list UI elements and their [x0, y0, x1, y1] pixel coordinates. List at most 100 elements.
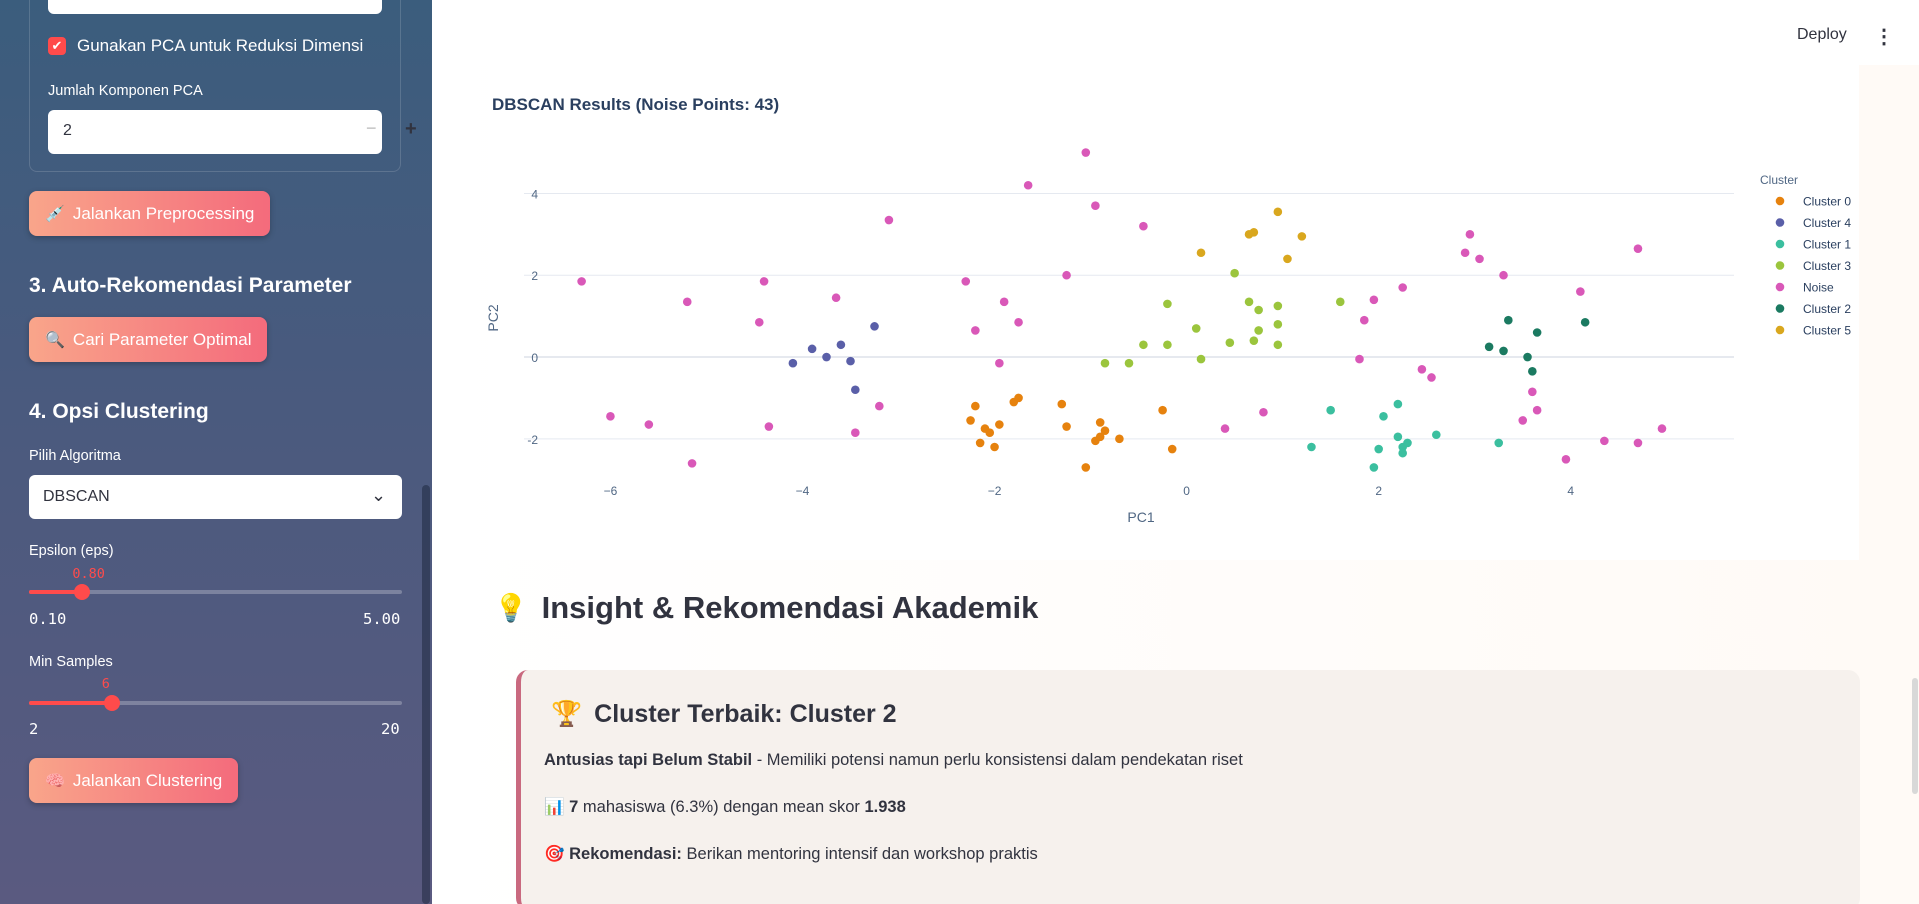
data-point — [1307, 442, 1316, 452]
data-point — [1196, 248, 1206, 258]
data-point — [961, 277, 971, 286]
min-samples-value: 6 — [101, 676, 110, 692]
data-point — [1273, 207, 1283, 217]
insight-heading: 💡 Insight & Rekomendasi Akademik — [494, 590, 1038, 626]
pca-components-input[interactable]: 2 − + — [48, 110, 417, 154]
min-samples-slider-fill — [29, 701, 112, 705]
legend-label: Cluster 0 — [1803, 195, 1851, 209]
data-point — [1398, 283, 1407, 292]
data-point — [682, 297, 692, 307]
data-point — [754, 317, 764, 327]
find-optimal-button-label: Cari Parameter Optimal — [72, 329, 252, 349]
data-point — [1163, 340, 1172, 350]
recommendation-label: Rekomendasi: — [569, 845, 682, 863]
cluster-profile: Antusias tapi Belum Stabil - Memiliki po… — [544, 751, 1243, 770]
data-point — [1139, 221, 1148, 231]
legend-marker — [1775, 239, 1785, 249]
eps-label: Epsilon (eps) — [29, 543, 114, 559]
eps-value: 0.80 — [72, 566, 105, 582]
preprocess-button[interactable]: 💉 Jalankan Preprocessing — [29, 191, 271, 236]
legend-label: Cluster 2 — [1803, 302, 1851, 316]
data-point — [1369, 463, 1379, 472]
data-point — [1417, 365, 1427, 374]
legend-label: Cluster 1 — [1803, 238, 1851, 252]
y-tick-label: -2 — [527, 433, 538, 447]
data-point — [1398, 448, 1407, 458]
min-samples-slider-thumb[interactable] — [103, 695, 120, 711]
data-point — [1532, 405, 1542, 415]
data-point — [1100, 358, 1110, 368]
eps-max: 5.00 — [363, 610, 401, 628]
data-point — [1259, 407, 1268, 417]
data-point — [995, 358, 1004, 368]
data-point — [1124, 358, 1134, 368]
algorithm-select[interactable]: DBSCAN ⌄ — [29, 475, 402, 519]
legend-label: Cluster 4 — [1803, 216, 1851, 230]
data-point — [1273, 340, 1283, 350]
data-point — [1254, 305, 1263, 315]
eps-slider-thumb[interactable] — [74, 584, 91, 600]
data-point — [1014, 393, 1023, 403]
legend-title: Cluster — [1760, 173, 1798, 187]
target-icon: 🎯 — [544, 845, 565, 863]
scatter-chart: -2 0 2 4 −6 −4 −2 0 2 4 PC1 PC2 Cluster Cluster 0 Clus… — [485, 148, 1851, 525]
data-point — [1081, 463, 1091, 472]
legend-label: Cluster 5 — [1803, 324, 1851, 338]
data-point — [1249, 336, 1259, 345]
data-point — [1393, 399, 1403, 409]
x-tick-label: 4 — [1567, 484, 1574, 498]
data-point — [1532, 328, 1542, 337]
data-point — [1504, 315, 1513, 325]
data-point — [851, 428, 860, 437]
data-point — [1081, 148, 1091, 157]
decrement-icon[interactable]: − — [366, 118, 377, 139]
data-point — [1580, 317, 1590, 327]
bulb-icon: 💡 — [494, 593, 528, 623]
data-point — [1369, 295, 1379, 305]
data-point — [1460, 248, 1470, 258]
data-point — [1091, 201, 1100, 211]
pca-components-label: Jumlah Komponen PCA — [48, 83, 203, 99]
trophy-icon: 🏆 — [551, 700, 583, 728]
data-point — [1475, 254, 1484, 264]
main-scrollbar[interactable] — [1912, 678, 1918, 794]
sidebar-scrollbar[interactable] — [422, 485, 430, 904]
data-point — [1600, 436, 1609, 446]
stats-text: mahasiswa (6.3%) dengan mean skor — [578, 798, 865, 816]
data-point — [1057, 399, 1067, 409]
data-point — [1393, 432, 1403, 442]
legend-marker — [1775, 325, 1785, 335]
data-point — [606, 412, 615, 421]
min-samples-slider[interactable] — [29, 695, 402, 711]
data-point — [975, 438, 985, 448]
algorithm-value: DBSCAN — [43, 488, 110, 505]
x-tick-label: −6 — [604, 484, 618, 498]
recommendation-text: Berikan mentoring intensif dan workshop … — [681, 845, 1038, 863]
sidebar: ✔ Gunakan PCA untuk Reduksi Dimensi Juml… — [0, 0, 432, 904]
data-point — [1163, 299, 1172, 309]
data-point — [1023, 180, 1033, 190]
eps-slider[interactable] — [29, 584, 402, 600]
data-point — [759, 277, 769, 286]
increment-icon[interactable]: + — [405, 118, 417, 141]
data-point — [966, 416, 975, 425]
data-point — [1062, 422, 1071, 431]
data-point — [1518, 416, 1528, 425]
data-point — [1633, 244, 1643, 253]
data-point — [1100, 426, 1110, 435]
data-point — [1528, 387, 1537, 397]
data-point — [846, 356, 855, 366]
previous-input-field[interactable] — [48, 0, 382, 14]
data-point — [1499, 270, 1508, 280]
data-point — [971, 326, 980, 335]
data-point — [1273, 320, 1283, 329]
pca-checkbox[interactable]: ✔ — [48, 37, 66, 55]
data-point — [1432, 430, 1441, 440]
data-point — [1062, 270, 1071, 280]
run-clustering-button[interactable]: 🧠 Jalankan Clustering — [29, 758, 239, 803]
data-point — [1244, 297, 1254, 307]
data-point — [851, 385, 860, 395]
data-point — [1158, 405, 1167, 415]
find-optimal-button[interactable]: 🔍 Cari Parameter Optimal — [29, 317, 268, 362]
chevron-down-icon: ⌄ — [371, 485, 387, 505]
